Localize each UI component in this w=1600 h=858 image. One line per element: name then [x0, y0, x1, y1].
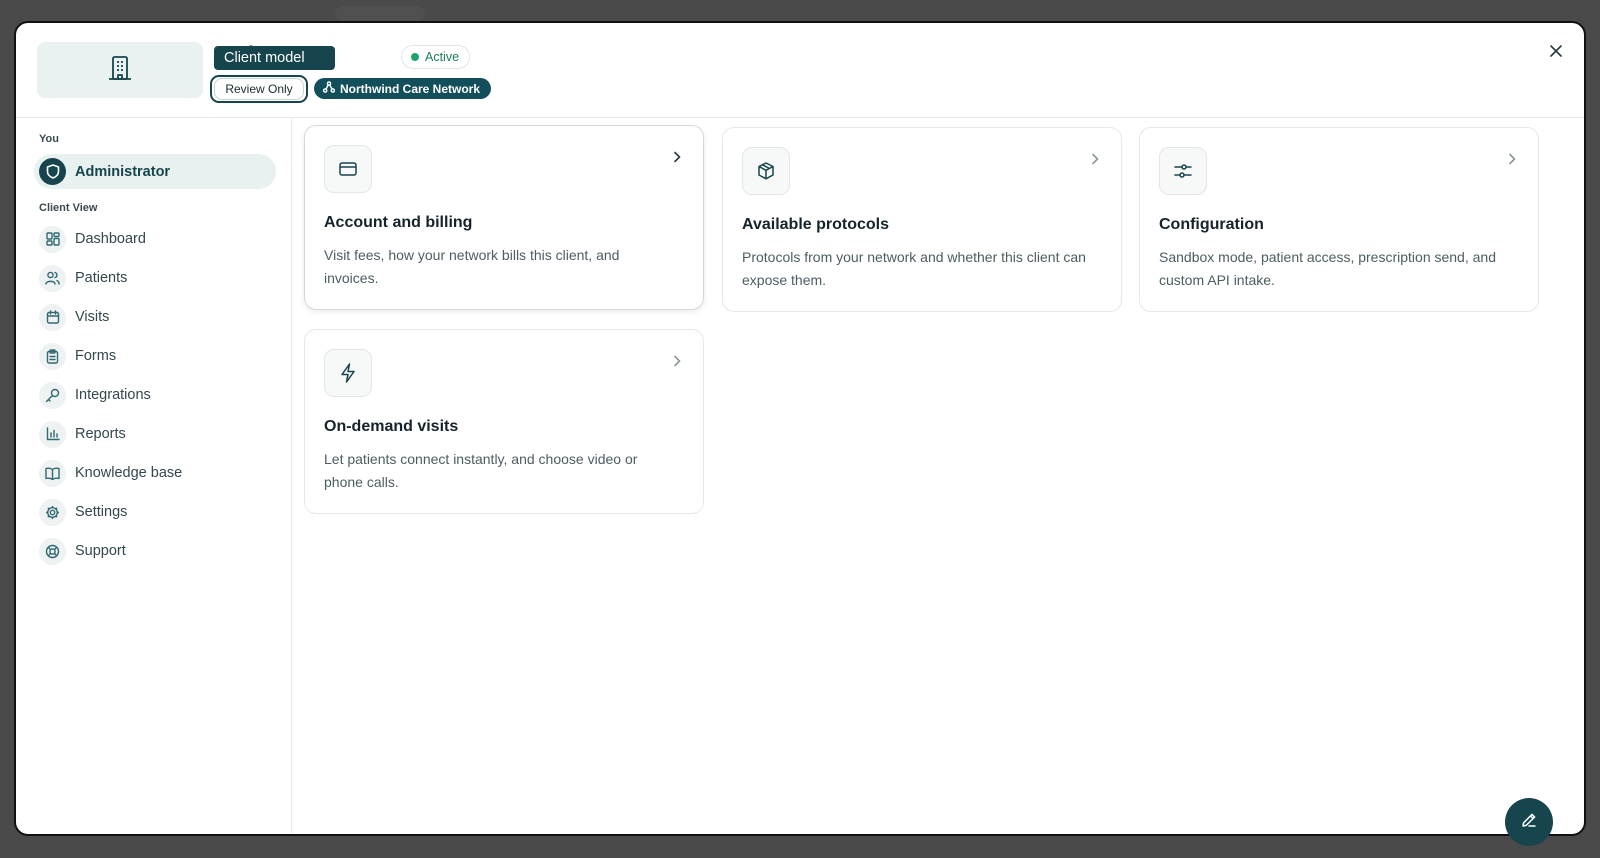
client-logo-placeholder	[37, 42, 203, 98]
card-description: Visit fees, how your network bills this …	[324, 247, 620, 286]
close-button[interactable]	[1546, 43, 1566, 63]
modal-header: netics Active Client model Review Only N…	[16, 23, 1584, 118]
chevron-right-icon	[1091, 152, 1099, 170]
card-on-demand-visits[interactable]: On-demand visits Let patients connect in…	[304, 329, 704, 514]
sidebar-item-forms[interactable]: Forms	[39, 340, 274, 372]
chevron-right-icon	[1508, 152, 1516, 170]
sidebar-item-visits[interactable]: Visits	[39, 301, 274, 333]
sidebar-item-label: Support	[75, 543, 126, 559]
lightning-icon	[324, 349, 372, 397]
card-title: Available protocols	[742, 216, 889, 233]
status-label: Active	[425, 50, 460, 64]
sidebar-item-administrator[interactable]: Administrator	[34, 154, 276, 189]
card-title: Account and billing	[324, 214, 473, 231]
pencil-icon	[1521, 812, 1537, 833]
sidebar-item-label: Settings	[75, 504, 128, 520]
chevron-right-icon	[673, 354, 681, 372]
network-icon	[322, 81, 336, 96]
book-icon	[39, 459, 66, 487]
network-pill[interactable]: Northwind Care Network	[314, 78, 492, 99]
administrator-label: Administrator	[75, 163, 171, 180]
review-only-pill[interactable]: Review Only	[210, 75, 308, 103]
dashboard-icon	[39, 225, 66, 253]
close-icon	[1550, 44, 1562, 62]
package-icon	[742, 147, 790, 195]
sidebar-item-patients[interactable]: Patients	[39, 262, 274, 294]
bar-chart-icon	[39, 420, 66, 448]
card-configuration[interactable]: Configuration Sandbox mode, patient acce…	[1139, 127, 1539, 312]
chevron-right-icon	[673, 150, 681, 168]
card-description: Protocols from your network and whether …	[742, 249, 1086, 288]
sidebar-item-label: Knowledge base	[75, 465, 183, 481]
client-modal: netics Active Client model Review Only N…	[14, 21, 1586, 836]
sidebar-item-label: Visits	[75, 309, 110, 325]
card-available-protocols[interactable]: Available protocols Protocols from your …	[722, 127, 1122, 312]
status-badge: Active	[401, 45, 471, 69]
background-app-logo	[335, 6, 425, 22]
key-icon	[39, 381, 66, 409]
building-icon	[107, 54, 133, 87]
tooltip-client-model: Client model	[214, 46, 335, 70]
calendar-icon	[39, 303, 66, 331]
sidebar-item-reports[interactable]: Reports	[39, 418, 274, 450]
sidebar-item-integrations[interactable]: Integrations	[39, 379, 274, 411]
card-account-billing[interactable]: Account and billing Visit fees, how your…	[304, 125, 704, 310]
shield-icon	[39, 158, 66, 185]
gear-icon	[39, 498, 66, 526]
sidebar-item-support[interactable]: Support	[39, 535, 274, 567]
sidebar-item-label: Dashboard	[75, 231, 146, 247]
card-title: Configuration	[1159, 216, 1264, 233]
credit-card-icon	[324, 145, 372, 193]
sliders-icon	[1159, 147, 1207, 195]
card-description: Let patients connect instantly, and choo…	[324, 451, 638, 490]
card-title: On-demand visits	[324, 418, 459, 435]
network-label: Northwind Care Network	[340, 81, 481, 96]
review-only-label: Review Only	[214, 78, 304, 100]
sidebar-item-label: Reports	[75, 426, 126, 442]
section-label-you: You	[39, 133, 59, 145]
lifebuoy-icon	[39, 537, 66, 565]
sidebar-item-label: Forms	[75, 348, 117, 364]
section-label-client-view: Client View	[39, 202, 98, 214]
edit-fab-button[interactable]	[1505, 798, 1553, 846]
users-icon	[39, 264, 66, 292]
card-description: Sandbox mode, patient access, prescripti…	[1159, 249, 1496, 288]
sidebar-item-label: Patients	[75, 270, 128, 286]
sidebar-item-settings[interactable]: Settings	[39, 496, 274, 528]
sidebar-item-knowledge-base[interactable]: Knowledge base	[39, 457, 274, 489]
clipboard-icon	[39, 342, 66, 370]
sidebar: You Administrator Client View Dashboard	[16, 117, 292, 834]
sidebar-item-label: Integrations	[75, 387, 151, 403]
sidebar-item-dashboard[interactable]: Dashboard	[39, 223, 274, 255]
status-dot-icon	[411, 53, 419, 61]
